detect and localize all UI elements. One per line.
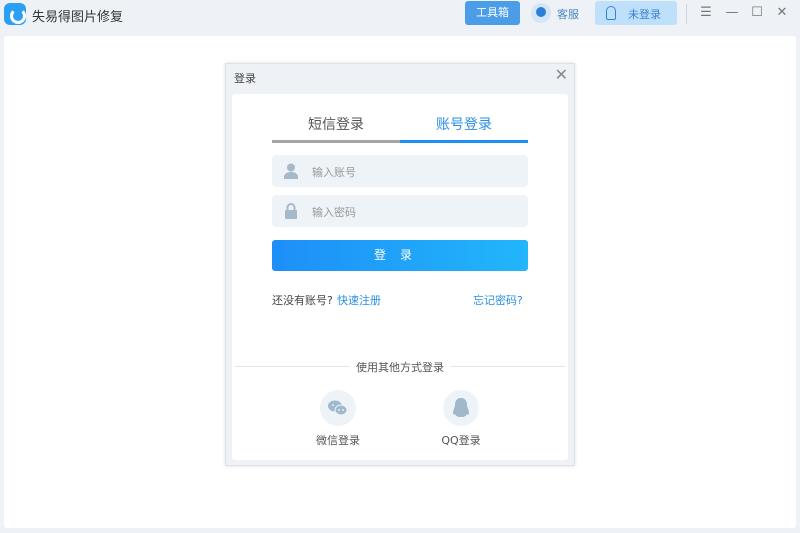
user-icon: [284, 163, 298, 179]
customer-service-icon[interactable]: [531, 3, 551, 23]
wechat-login-label[interactable]: 微信登录: [298, 432, 378, 448]
password-input[interactable]: 输入密码: [272, 195, 528, 227]
wechat-login-button[interactable]: [320, 390, 356, 426]
tab-underline-active: [400, 140, 528, 143]
login-dialog: 登录 ✕ 短信登录 账号登录 输入账号 输入密码 登录 还没有账号? 快速注册 …: [225, 63, 575, 466]
login-submit-button[interactable]: 登录: [272, 240, 528, 271]
tab-sms-login[interactable]: 短信登录: [272, 114, 400, 134]
tab-underline: [272, 140, 400, 143]
password-placeholder: 输入密码: [312, 206, 356, 219]
login-card: 短信登录 账号登录 输入账号 输入密码 登录 还没有账号? 快速注册 忘记密码?…: [232, 94, 568, 460]
maximize-button[interactable]: ☐: [748, 4, 766, 22]
dialog-title: 登录: [234, 72, 256, 85]
customer-service-button[interactable]: 客服: [557, 6, 579, 22]
app-logo-icon: [4, 3, 26, 25]
qq-login-label[interactable]: QQ登录: [421, 432, 501, 448]
minimize-button[interactable]: —: [723, 4, 741, 22]
title-bar: 失易得图片修复 工具箱 客服 未登录 ☰ — ☐ ✕: [0, 0, 800, 34]
divider: [686, 4, 687, 24]
other-methods-label: 使用其他方式登录: [232, 359, 568, 375]
toolbox-button[interactable]: 工具箱: [465, 1, 520, 25]
close-button[interactable]: ✕: [773, 4, 791, 22]
account-placeholder: 输入账号: [312, 166, 356, 179]
login-status-label: 未登录: [628, 8, 661, 21]
lock-icon: [285, 203, 297, 219]
other-methods-text: 使用其他方式登录: [350, 361, 450, 374]
no-account-text: 还没有账号?: [272, 294, 333, 307]
user-icon: [606, 6, 616, 20]
wechat-icon: [328, 400, 348, 416]
account-input[interactable]: 输入账号: [272, 155, 528, 187]
qq-penguin-icon: [453, 398, 469, 417]
forgot-password-link[interactable]: 忘记密码?: [473, 292, 523, 308]
menu-icon[interactable]: ☰: [697, 4, 715, 22]
tab-account-login[interactable]: 账号登录: [400, 114, 528, 134]
dialog-close-button[interactable]: ✕: [555, 65, 568, 84]
register-link[interactable]: 快速注册: [337, 292, 381, 308]
app-title: 失易得图片修复: [32, 10, 124, 25]
qq-login-button[interactable]: [443, 390, 479, 426]
login-status-button[interactable]: 未登录: [595, 1, 677, 25]
